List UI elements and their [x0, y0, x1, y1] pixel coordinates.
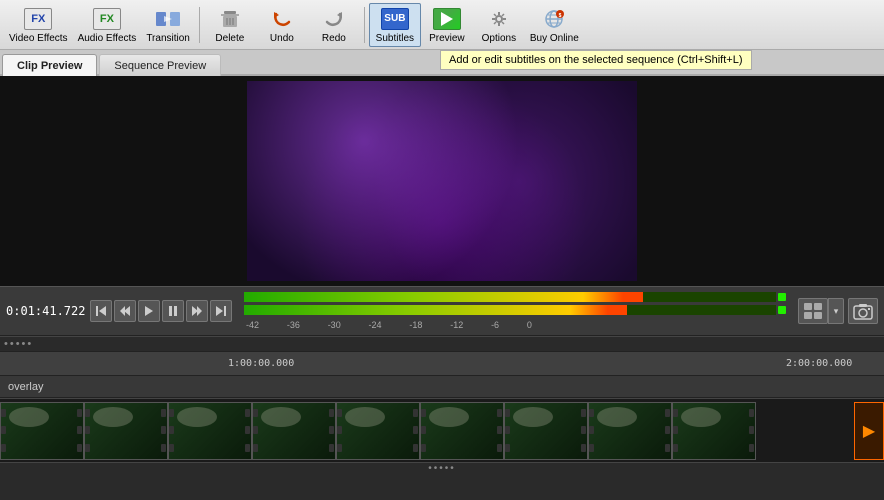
timescale-row: 1:00:00.000 2:00:00.000 [0, 352, 884, 376]
separator-1 [199, 7, 200, 43]
scroll-row: ••••• [0, 336, 884, 352]
buy-online-icon: $ [538, 6, 570, 32]
second-scroll-handle[interactable]: ••••• [428, 463, 456, 474]
transition-button[interactable]: Transition [141, 3, 195, 47]
film-thumbnail [588, 402, 672, 460]
undo-button[interactable]: Undo [256, 3, 308, 47]
view-dropdown-arrow[interactable]: ▾ [828, 298, 844, 324]
film-thumbnail [252, 402, 336, 460]
separator-2 [364, 7, 365, 43]
pause-button[interactable] [162, 300, 184, 322]
delete-button[interactable]: Delete [204, 3, 256, 47]
options-button[interactable]: Options [473, 3, 525, 47]
tab-sequence-preview[interactable]: Sequence Preview [99, 54, 221, 76]
vu-track-2 [244, 305, 786, 315]
film-thumbnail [84, 402, 168, 460]
vu-bar-1 [244, 292, 776, 302]
storyboard-view-button[interactable] [798, 298, 828, 324]
subtitle-tooltip: Add or edit subtitles on the selected se… [440, 50, 752, 70]
video-effects-button[interactable]: FX Video Effects [4, 3, 73, 47]
subtitles-button[interactable]: SUB Subtitles [369, 3, 421, 47]
film-thumbnail [168, 402, 252, 460]
second-scroll-row: ••••• [0, 462, 884, 474]
vu-meter: -42 -36 -30 -24 -18 -12 -6 0 [244, 292, 786, 330]
transport-controls [90, 300, 232, 322]
delete-icon [214, 6, 246, 32]
audio-effects-button[interactable]: FX Audio Effects [73, 3, 142, 47]
step-back-button[interactable] [114, 300, 136, 322]
timeline-area: ••••• 1:00:00.000 2:00:00.000 overlay [0, 336, 884, 474]
film-thumbnail [672, 402, 756, 460]
film-thumbnail [0, 402, 84, 460]
buy-online-button[interactable]: $ Buy Online [525, 3, 584, 47]
vu-scale: -42 -36 -30 -24 -18 -12 -6 0 [244, 320, 534, 330]
transition-icon [152, 6, 184, 32]
vu-peak-2 [778, 306, 786, 314]
film-thumbnail [420, 402, 504, 460]
video-effects-icon: FX [22, 6, 54, 32]
preview-icon [431, 6, 463, 32]
toolbar: FX Video Effects FX Audio Effects Transi… [0, 0, 884, 50]
go-to-start-button[interactable] [90, 300, 112, 322]
tracks-area: overlay [0, 376, 884, 462]
controls-bar: 0:01:41.722 [0, 286, 884, 336]
view-buttons: ▾ [798, 298, 878, 324]
overlay-track-label: overlay [0, 376, 884, 398]
timescale-label-2: 2:00:00.000 [786, 358, 852, 369]
audio-effects-icon: FX [91, 6, 123, 32]
go-to-end-button[interactable] [210, 300, 232, 322]
main-preview-area [0, 76, 884, 286]
redo-button[interactable]: Redo [308, 3, 360, 47]
vu-bar-2 [244, 305, 776, 315]
film-strip-end-marker: ▶ [854, 402, 884, 460]
scroll-handle[interactable]: ••••• [4, 338, 33, 350]
play-button[interactable] [138, 300, 160, 322]
video-preview [0, 76, 884, 286]
subtitles-icon: SUB [379, 6, 411, 32]
preview-button[interactable]: Preview [421, 3, 473, 47]
film-strip-row: ▶ [0, 398, 884, 462]
undo-icon [266, 6, 298, 32]
options-icon [483, 6, 515, 32]
vu-track-1 [244, 292, 786, 302]
film-thumbnail [336, 402, 420, 460]
video-frame [247, 81, 637, 281]
timecode-display: 0:01:41.722 [6, 304, 86, 318]
tab-clip-preview[interactable]: Clip Preview [2, 54, 97, 76]
vu-peak-1 [778, 293, 786, 301]
timescale-label-1: 1:00:00.000 [228, 358, 294, 369]
step-forward-button[interactable] [186, 300, 208, 322]
film-thumbnail [504, 402, 588, 460]
svg-text:$: $ [559, 13, 562, 19]
redo-icon [318, 6, 350, 32]
snapshot-button[interactable] [848, 298, 878, 324]
